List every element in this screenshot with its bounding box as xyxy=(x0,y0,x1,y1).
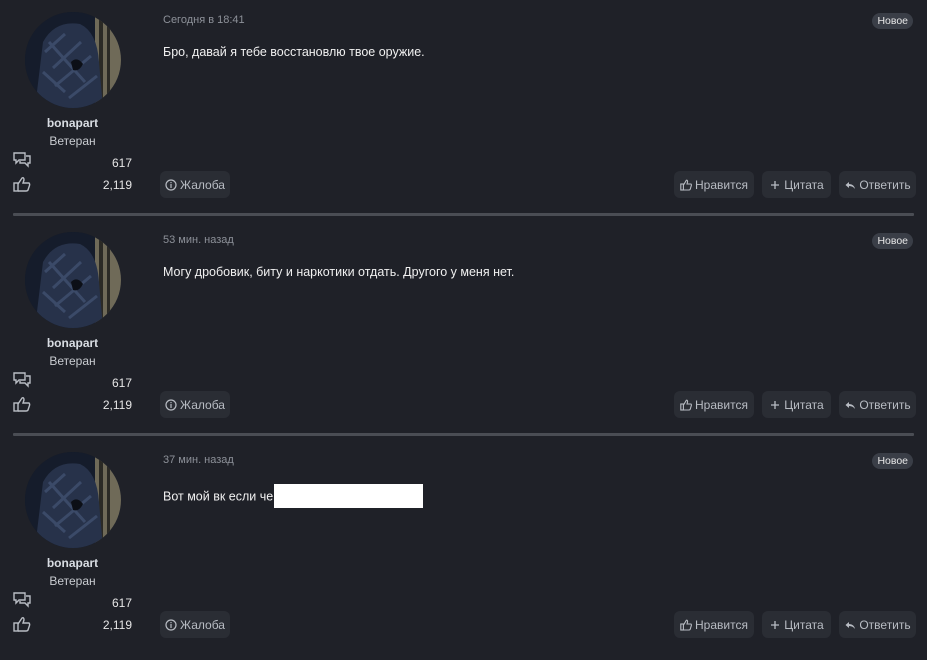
avatar[interactable] xyxy=(25,12,121,108)
post: bonapart Ветеран 617 2,119 Сегодня в 18:… xyxy=(0,0,927,220)
reply-arrow-icon xyxy=(844,399,856,411)
like-label: Нравится xyxy=(695,177,748,192)
speech-bubbles-icon xyxy=(13,152,31,168)
redacted-block xyxy=(274,484,424,508)
post-time[interactable]: 37 мин. назад xyxy=(163,454,234,466)
quote-label: Цитата xyxy=(784,617,824,632)
post-author-panel: bonapart Ветеран 617 2,119 xyxy=(0,440,145,660)
like-count: 2,119 xyxy=(102,178,132,192)
quote-label: Цитата xyxy=(784,177,824,192)
reply-button[interactable]: Ответить xyxy=(839,391,916,418)
report-button[interactable]: Жалоба xyxy=(160,391,230,418)
avatar[interactable] xyxy=(25,232,121,328)
message-count: 617 xyxy=(111,376,132,390)
info-circle-icon xyxy=(165,618,177,631)
like-button[interactable]: Нравится xyxy=(674,391,754,418)
post-author-panel: bonapart Ветеран 617 2,119 xyxy=(0,220,145,440)
report-label: Жалоба xyxy=(180,617,225,632)
report-label: Жалоба xyxy=(180,397,225,412)
thumbs-up-icon xyxy=(13,176,31,192)
new-badge: Новое xyxy=(872,453,913,469)
thumbs-up-icon xyxy=(680,619,692,631)
thumbs-up-icon xyxy=(13,396,31,412)
like-count: 2,119 xyxy=(102,398,132,412)
plus-icon xyxy=(769,399,781,411)
reply-label: Ответить xyxy=(859,617,911,632)
post-content: Вот мой вк если че xyxy=(163,484,424,509)
plus-icon xyxy=(769,179,781,191)
username[interactable]: bonapart xyxy=(0,116,145,130)
reply-label: Ответить xyxy=(859,397,911,412)
thread: bonapart Ветеран 617 2,119 Сегодня в 18:… xyxy=(0,0,927,653)
speech-bubbles-icon xyxy=(13,592,31,608)
info-circle-icon xyxy=(165,398,177,411)
post: bonapart Ветеран 617 2,119 37 мин. назад… xyxy=(0,440,927,660)
thumbs-up-icon xyxy=(680,179,692,191)
info-circle-icon xyxy=(165,178,177,191)
reply-arrow-icon xyxy=(844,179,856,191)
quote-button[interactable]: Цитата xyxy=(762,171,831,198)
post-divider xyxy=(13,433,914,436)
new-badge: Новое xyxy=(872,233,913,249)
quote-label: Цитата xyxy=(784,397,824,412)
thumbs-up-icon xyxy=(13,616,31,632)
post-divider xyxy=(13,213,914,216)
like-button[interactable]: Нравится xyxy=(674,611,754,638)
post-content: Бро, давай я тебе восстановлю твое оружи… xyxy=(163,45,425,59)
quote-button[interactable]: Цитата xyxy=(762,611,831,638)
thumbs-up-icon xyxy=(680,399,692,411)
report-button[interactable]: Жалоба xyxy=(160,611,230,638)
like-count: 2,119 xyxy=(102,618,132,632)
reply-button[interactable]: Ответить xyxy=(839,611,916,638)
quote-button[interactable]: Цитата xyxy=(762,391,831,418)
post-author-panel: bonapart Ветеран 617 2,119 xyxy=(0,0,145,220)
report-button[interactable]: Жалоба xyxy=(160,171,230,198)
post-time[interactable]: Сегодня в 18:41 xyxy=(163,14,245,26)
username[interactable]: bonapart xyxy=(0,556,145,570)
message-count: 617 xyxy=(111,156,132,170)
post-text: Вот мой вк если че xyxy=(163,489,274,504)
user-rank: Ветеран xyxy=(49,354,96,368)
new-badge: Новое xyxy=(872,13,913,29)
username[interactable]: bonapart xyxy=(0,336,145,350)
user-rank: Ветеран xyxy=(49,574,96,588)
plus-icon xyxy=(769,619,781,631)
like-label: Нравится xyxy=(695,617,748,632)
avatar[interactable] xyxy=(25,452,121,548)
reply-button[interactable]: Ответить xyxy=(839,171,916,198)
like-button[interactable]: Нравится xyxy=(674,171,754,198)
message-count: 617 xyxy=(111,596,132,610)
post: bonapart Ветеран 617 2,119 53 мин. назад… xyxy=(0,220,927,440)
post-time[interactable]: 53 мин. назад xyxy=(163,234,234,246)
reply-label: Ответить xyxy=(859,177,911,192)
user-rank: Ветеран xyxy=(49,134,96,148)
reply-arrow-icon xyxy=(844,619,856,631)
report-label: Жалоба xyxy=(180,177,225,192)
post-content: Могу дробовик, биту и наркотики отдать. … xyxy=(163,265,515,279)
speech-bubbles-icon xyxy=(13,372,31,388)
like-label: Нравится xyxy=(695,397,748,412)
